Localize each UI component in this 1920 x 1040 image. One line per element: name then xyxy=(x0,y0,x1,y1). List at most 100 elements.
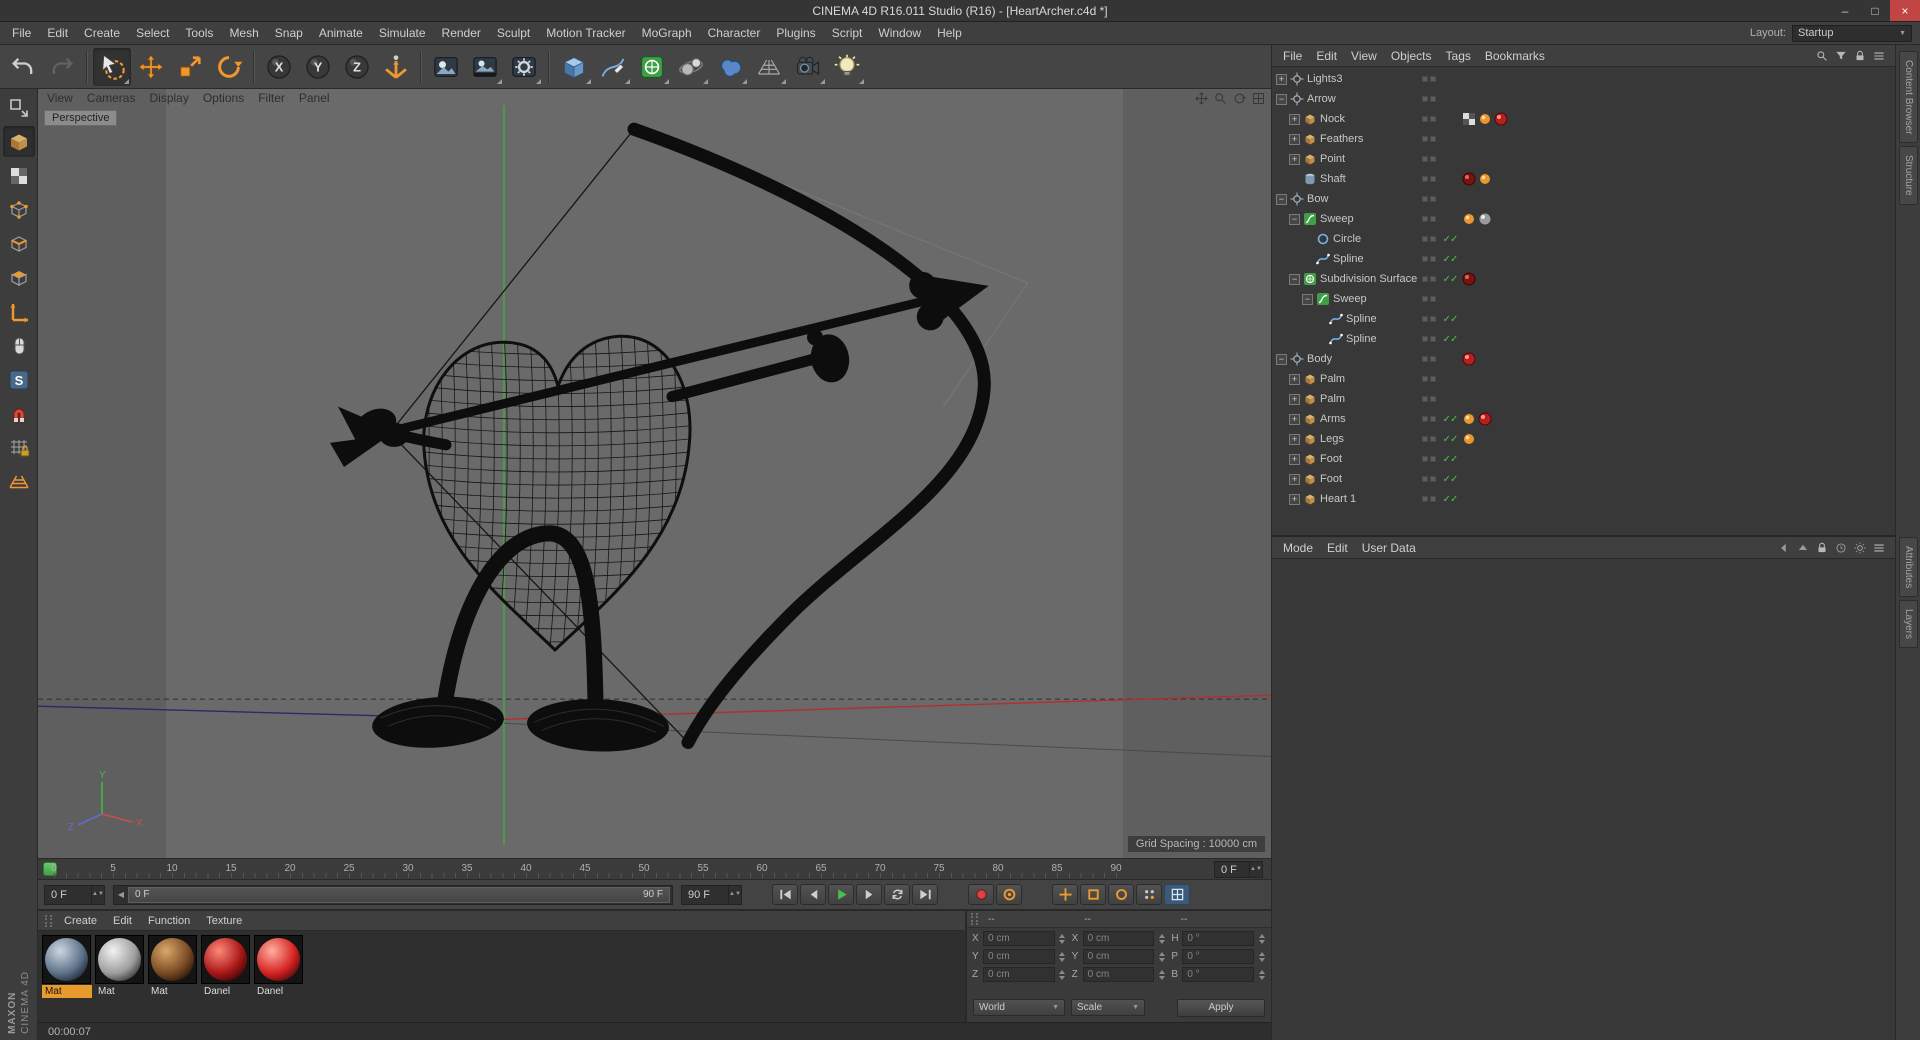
attribute-manager-menu-user-data[interactable]: User Data xyxy=(1355,539,1423,557)
object-manager-menu-file[interactable]: File xyxy=(1276,47,1309,65)
live-selection-button[interactable] xyxy=(93,47,131,86)
tree-row-heart-1[interactable]: + Heart 1 ✓✓ xyxy=(1272,489,1895,509)
expand-icon[interactable]: + xyxy=(1289,413,1300,425)
modeling-array-button[interactable] xyxy=(672,48,710,86)
visibility-dots[interactable] xyxy=(1420,456,1438,462)
rotation-b-field[interactable]: 0 ° xyxy=(1182,967,1255,982)
tree-row-spline[interactable]: Spline ✓✓ xyxy=(1272,249,1895,269)
lock-x-button[interactable]: X xyxy=(260,48,298,86)
stepper-icon[interactable] xyxy=(1257,969,1266,980)
render-settings-button[interactable] xyxy=(505,48,543,86)
record-position-button[interactable] xyxy=(1052,884,1078,905)
play-button[interactable] xyxy=(828,884,854,905)
stepper-icon[interactable] xyxy=(1257,933,1266,944)
menu-render[interactable]: Render xyxy=(434,23,489,43)
expand-icon[interactable]: + xyxy=(1289,113,1300,125)
visibility-dots[interactable] xyxy=(1420,136,1438,142)
tab-attributes[interactable]: Attributes xyxy=(1899,537,1918,598)
record-pla-button[interactable] xyxy=(1164,884,1190,905)
visibility-dots[interactable] xyxy=(1420,496,1438,502)
points-mode-button[interactable] xyxy=(3,194,35,225)
position-z-field[interactable]: 0 cm xyxy=(983,967,1055,982)
object-manager-menu-objects[interactable]: Objects xyxy=(1384,47,1439,65)
expand-icon[interactable]: + xyxy=(1289,493,1300,505)
menu-edit[interactable]: Edit xyxy=(39,23,76,43)
object-manager-menu-edit[interactable]: Edit xyxy=(1309,47,1344,65)
menu-icon[interactable] xyxy=(1872,541,1886,555)
tree-row-subdivision-surface[interactable]: − Subdivision Surface ✓✓ xyxy=(1272,269,1895,289)
snap-button[interactable]: S xyxy=(3,364,35,395)
tree-row-sweep[interactable]: − Sweep xyxy=(1272,289,1895,309)
menu-help[interactable]: Help xyxy=(929,23,970,43)
position-x-field[interactable]: 0 cm xyxy=(983,931,1055,946)
current-frame-spinner[interactable]: 0 F ▲▼ xyxy=(44,884,105,905)
next-frame-button[interactable] xyxy=(856,884,882,905)
apply-button[interactable]: Apply xyxy=(1177,998,1265,1017)
autokeying-button[interactable] xyxy=(996,884,1022,905)
tree-row-foot[interactable]: + Foot ✓✓ xyxy=(1272,469,1895,489)
camera-label[interactable]: Perspective xyxy=(44,110,118,126)
tree-row-nock[interactable]: + Nock xyxy=(1272,109,1895,129)
material-item[interactable]: Danel xyxy=(254,935,304,998)
magnet-button[interactable] xyxy=(3,398,35,429)
tab-structure[interactable]: Structure xyxy=(1899,146,1918,206)
rotate-view-icon[interactable] xyxy=(1232,91,1247,106)
mat-darkred-tag-icon[interactable] xyxy=(1462,172,1476,186)
menu-snap[interactable]: Snap xyxy=(267,23,311,43)
coords-column-header[interactable]: -- xyxy=(1078,914,1174,925)
menu-plugins[interactable]: Plugins xyxy=(768,23,823,43)
minimize-button[interactable]: – xyxy=(1830,0,1860,21)
expand-icon[interactable]: + xyxy=(1289,133,1300,145)
object-manager-menu-view[interactable]: View xyxy=(1344,47,1384,65)
visibility-dots[interactable] xyxy=(1420,256,1438,262)
tree-row-arms[interactable]: + Arms ✓✓ xyxy=(1272,409,1895,429)
stepper-icon[interactable] xyxy=(1058,933,1067,944)
search-icon[interactable] xyxy=(1815,49,1829,63)
model-mode-button[interactable] xyxy=(2,126,35,157)
enable-check[interactable]: ✓✓ xyxy=(1438,254,1462,265)
collapse-icon[interactable]: − xyxy=(1276,93,1287,105)
menu-create[interactable]: Create xyxy=(76,23,128,43)
visibility-dots[interactable] xyxy=(1420,316,1438,322)
lock-y-button[interactable]: Y xyxy=(299,48,337,86)
generator-subdivision-button[interactable] xyxy=(633,48,671,86)
phong-tag-icon[interactable] xyxy=(1462,412,1476,426)
position-y-field[interactable]: 0 cm xyxy=(983,949,1055,964)
tree-row-point[interactable]: + Point xyxy=(1272,149,1895,169)
loop-button[interactable] xyxy=(884,884,910,905)
light-button[interactable] xyxy=(828,48,866,86)
tree-row-spline[interactable]: Spline ✓✓ xyxy=(1272,329,1895,349)
menu-sculpt[interactable]: Sculpt xyxy=(489,23,538,43)
preview-range-bar[interactable]: 0 F 90 F xyxy=(128,886,670,903)
zoom-view-icon[interactable] xyxy=(1213,91,1228,106)
phong-tag-icon[interactable] xyxy=(1462,212,1476,226)
material-item[interactable]: Mat xyxy=(95,935,145,998)
close-button[interactable]: × xyxy=(1890,0,1920,21)
expand-icon[interactable]: + xyxy=(1289,373,1300,385)
collapse-icon[interactable]: − xyxy=(1289,213,1300,225)
viewport-menu-view[interactable]: View xyxy=(40,90,80,106)
stepper-icon[interactable] xyxy=(1058,969,1067,980)
expand-icon[interactable]: + xyxy=(1289,393,1300,405)
stepper-icon[interactable] xyxy=(1157,969,1166,980)
tree-row-bow[interactable]: − Bow xyxy=(1272,189,1895,209)
preview-range-slider[interactable]: ◀ 0 F 90 F xyxy=(113,884,673,905)
visibility-dots[interactable] xyxy=(1420,416,1438,422)
object-manager-menu-tags[interactable]: Tags xyxy=(1439,47,1478,65)
material-menu-edit[interactable]: Edit xyxy=(105,913,140,929)
coords-column-header[interactable]: -- xyxy=(982,914,1078,925)
menu-window[interactable]: Window xyxy=(870,23,929,43)
size-x-field[interactable]: 0 cm xyxy=(1082,931,1155,946)
tab-layers[interactable]: Layers xyxy=(1899,600,1918,649)
collapse-icon[interactable]: − xyxy=(1276,193,1287,205)
record-rotation-button[interactable] xyxy=(1108,884,1134,905)
make-editable-button[interactable] xyxy=(3,92,35,123)
visibility-dots[interactable] xyxy=(1420,116,1438,122)
enable-check[interactable]: ✓✓ xyxy=(1438,474,1462,485)
stepper-icon[interactable]: ▲▼ xyxy=(91,885,104,904)
visibility-dots[interactable] xyxy=(1420,196,1438,202)
material-item[interactable]: Mat xyxy=(148,935,198,998)
visibility-dots[interactable] xyxy=(1420,76,1438,82)
expand-icon[interactable]: + xyxy=(1276,73,1287,85)
expand-icon[interactable]: + xyxy=(1289,473,1300,485)
